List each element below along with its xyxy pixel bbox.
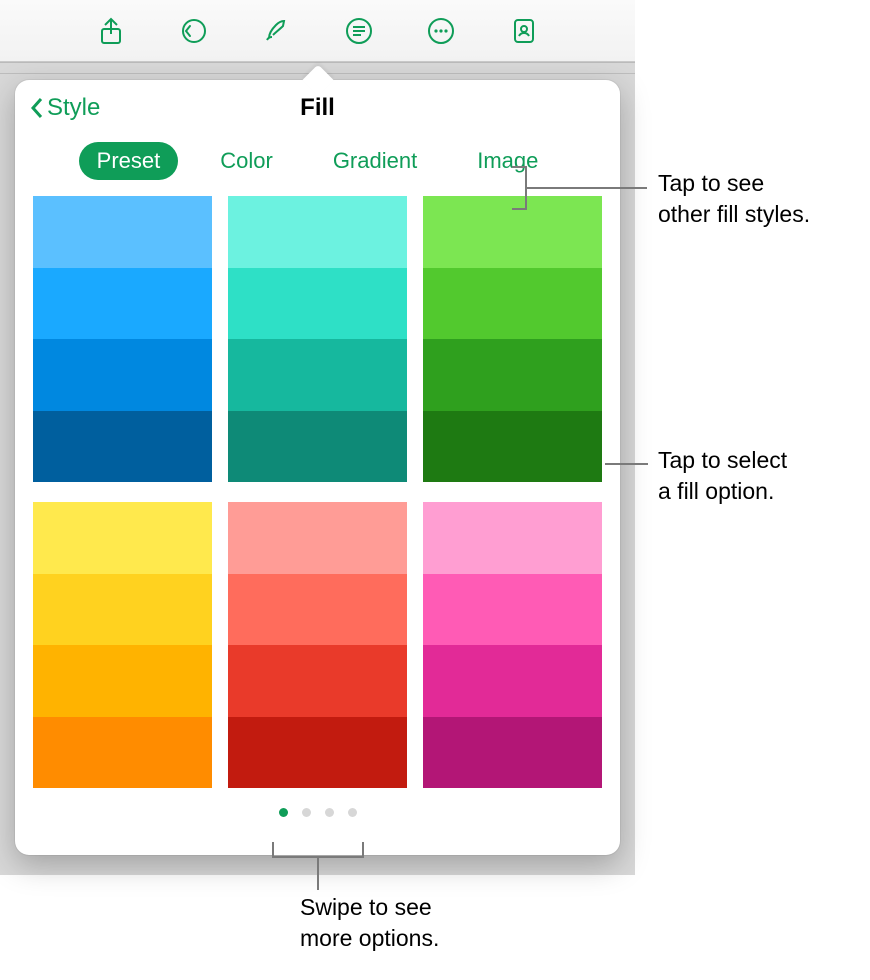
swatch-row[interactable] [33,574,212,646]
swatch-row[interactable] [423,502,602,574]
callout-swipe: Swipe to see more options. [300,892,439,954]
page-dot[interactable] [302,808,311,817]
justify-icon[interactable] [336,8,382,54]
callout-fill-option: Tap to select a fill option. [658,445,787,507]
page-dot[interactable] [348,808,357,817]
swatch-row[interactable] [33,268,212,340]
swatch-block-teal[interactable] [228,196,407,482]
page-indicator[interactable] [15,788,620,817]
segment-color[interactable]: Color [202,142,291,180]
back-to-style-button[interactable]: Style [29,80,100,136]
swatch-row[interactable] [423,645,602,717]
segment-image[interactable]: Image [459,142,556,180]
swatch-row[interactable] [33,645,212,717]
segment-gradient[interactable]: Gradient [315,142,435,180]
swatch-block-red[interactable] [228,502,407,788]
share-icon[interactable] [88,8,134,54]
swatch-row[interactable] [423,339,602,411]
swatch-row[interactable] [228,717,407,789]
swatch-block-blue[interactable] [33,196,212,482]
page-dot[interactable] [325,808,334,817]
popover-title: Fill [300,94,335,122]
swatch-row[interactable] [33,717,212,789]
format-icon[interactable] [253,8,299,54]
swatch-row[interactable] [228,268,407,340]
swatch-row[interactable] [228,411,407,483]
swatch-row[interactable] [228,196,407,268]
swatch-row[interactable] [33,411,212,483]
page-dot[interactable] [279,808,288,817]
swatch-row[interactable] [423,196,602,268]
swatch-row[interactable] [423,574,602,646]
swatch-block-yellow[interactable] [33,502,212,788]
swatch-row[interactable] [228,645,407,717]
fill-style-segments: Preset Color Gradient Image [15,136,620,196]
swatch-row[interactable] [33,339,212,411]
fill-popover: Style Fill Preset Color Gradient Image [15,80,620,855]
swatch-row[interactable] [228,574,407,646]
swatch-row[interactable] [423,411,602,483]
callout-fill-styles: Tap to see other fill styles. [658,168,810,230]
presenter-icon[interactable] [501,8,547,54]
back-label: Style [47,94,100,122]
swatch-block-pink[interactable] [423,502,602,788]
swatch-row[interactable] [33,502,212,574]
swatch-row[interactable] [33,196,212,268]
swatch-row[interactable] [423,717,602,789]
swatch-row[interactable] [228,339,407,411]
segment-preset[interactable]: Preset [79,142,179,180]
swatch-block-green[interactable] [423,196,602,482]
undo-icon[interactable] [171,8,217,54]
swatch-row[interactable] [423,268,602,340]
swatch-row[interactable] [228,502,407,574]
preset-swatch-grid [15,196,620,788]
toolbar [0,0,635,62]
more-icon[interactable] [418,8,464,54]
